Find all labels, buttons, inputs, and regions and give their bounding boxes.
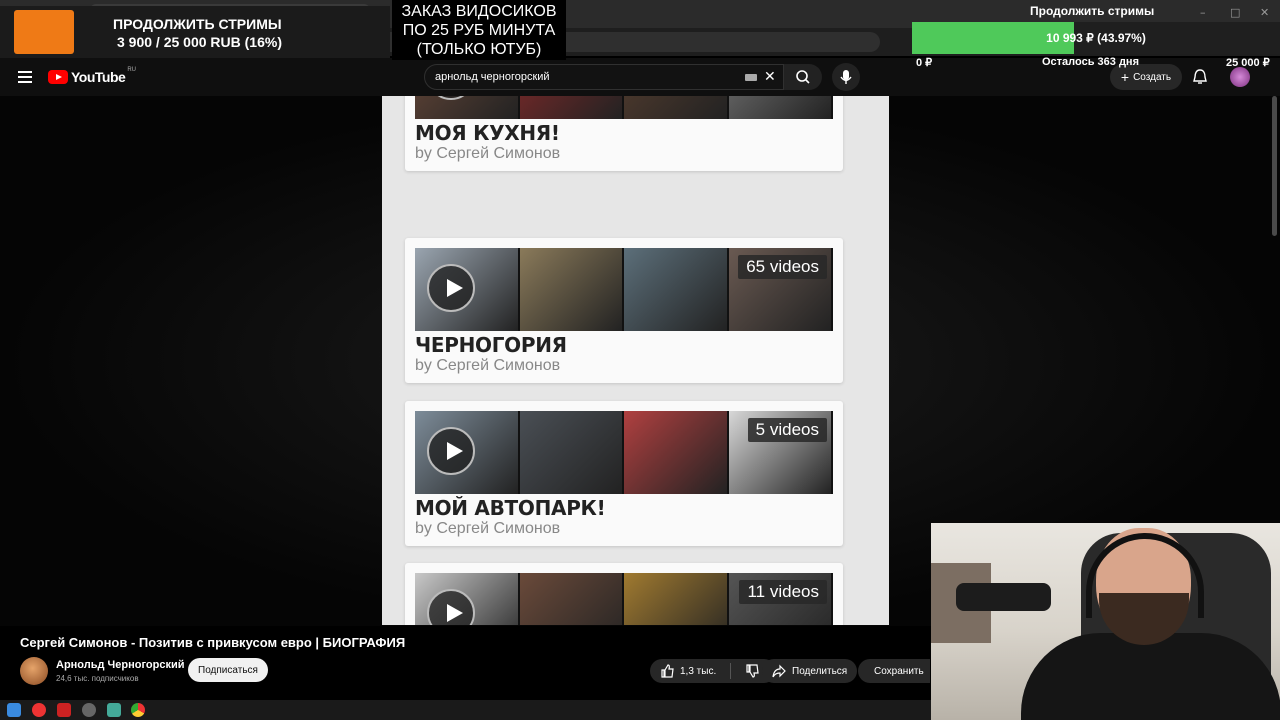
goal-title: Продолжить стримы [1030, 4, 1155, 18]
save-label: Сохранить [874, 665, 924, 677]
playlist-thumbnail [519, 573, 622, 625]
playlist-author: by Сергей Симонов [415, 520, 561, 537]
subscribe-button[interactable]: Подписаться [188, 658, 268, 682]
webcam-streamer-body [1021, 633, 1280, 720]
share-label: Поделиться [792, 665, 848, 677]
close-button[interactable]: ✕ [1260, 6, 1269, 19]
share-button[interactable]: Поделиться [762, 659, 858, 683]
yandex-browser-icon[interactable] [32, 703, 46, 717]
start-icon[interactable] [7, 703, 21, 717]
playlist-card: 65 videos ЧЕРНОГОРИЯ by Сергей Симонов [405, 238, 843, 383]
playlist-thumbnail [624, 411, 727, 494]
obs-icon[interactable] [82, 703, 96, 717]
webcam-overlay [931, 523, 1280, 720]
video-count: 11 videos [739, 580, 827, 604]
divider [730, 663, 732, 679]
like-count[interactable]: 1,3 тыс. [680, 666, 716, 677]
create-label: Создать [1133, 71, 1172, 83]
subscriber-count: 24,6 тыс. подписчиков [56, 674, 139, 683]
video-order-overlay: ЗАКАЗ ВИДОСИКОВ ПО 25 РУБ МИНУТА (ТОЛЬКО… [392, 0, 566, 60]
donation-amount: 3 900 / 25 000 RUB (16%) [117, 34, 282, 50]
youtube-wordmark: YouTube [71, 69, 126, 85]
order-line-3: (ТОЛЬКО ЮТУБ) [416, 41, 542, 58]
playlist-title: МОЙ АВТОПАРК! [415, 496, 606, 520]
playlist-author: by Сергей Симонов [415, 145, 561, 162]
playlist-title: МОЯ КУХНЯ! [415, 121, 560, 145]
notifications-button[interactable] [1192, 68, 1208, 91]
search-button[interactable] [784, 64, 822, 90]
share-icon [772, 664, 786, 678]
playlist-thumbnail [728, 96, 831, 119]
region-code: RU [127, 67, 136, 73]
play-icon [427, 264, 475, 312]
play-icon [427, 427, 475, 475]
channel-avatar[interactable] [20, 657, 48, 685]
youtube-logo[interactable]: YouTube RU [48, 67, 136, 85]
save-button[interactable]: Сохранить [858, 659, 930, 683]
donation-title: ПРОДОЛЖИТЬ СТРИМЫ [113, 16, 282, 32]
like-icon[interactable] [660, 664, 674, 678]
playlist-thumbnails: 65 videos [415, 248, 833, 331]
donation-goal-overlay: ПРОДОЛЖИТЬ СТРИМЫ 3 900 / 25 000 RUB (16… [0, 6, 390, 58]
playlist-card: 13 videosМОЯ КУХНЯ!by Сергей Симонов [405, 96, 843, 171]
playlist-thumbnail [519, 411, 622, 494]
playlist-thumbnail [519, 248, 622, 331]
video-frame: 13 videosМОЯ КУХНЯ!by Сергей Симонов65 v… [382, 96, 889, 625]
goal-progress-bar: 10 993 ₽ (43.97%) [912, 22, 1280, 54]
menu-icon[interactable] [18, 71, 32, 83]
playlist-thumbnails: 11 videos [415, 573, 833, 625]
taskbar [0, 700, 931, 720]
video-count: 5 videos [747, 418, 827, 442]
voice-search-button[interactable] [832, 63, 860, 91]
microphone-prop [956, 583, 1051, 611]
video-info: Сергей Симонов - Позитив с привкусом евр… [0, 626, 930, 694]
microphone-icon [840, 70, 852, 84]
playlist-title: ЧЕРНОГОРИЯ [415, 333, 567, 357]
bell-icon [1193, 69, 1207, 84]
search-icon [796, 70, 810, 84]
goal-min: 0 ₽ [916, 57, 933, 69]
page-scrollbar[interactable] [1272, 96, 1277, 236]
playlist-thumbnail [415, 96, 518, 119]
search-input[interactable]: арнольд черногорский ✕ [424, 64, 784, 90]
order-line-2: ПО 25 РУБ МИНУТА [402, 22, 556, 39]
video-count: 65 videos [738, 255, 827, 279]
playlist-thumbnail [624, 248, 727, 331]
playlist-thumbnails: 5 videos [415, 411, 833, 494]
video-title: Сергей Симонов - Позитив с привкусом евр… [20, 635, 406, 650]
clear-search-icon[interactable]: ✕ [764, 68, 776, 85]
playlist-thumbnails: 13 videos [415, 96, 833, 119]
donation-thumbnail [14, 10, 74, 54]
chrome-icon[interactable] [131, 703, 145, 717]
playlist-card: 11 videos [405, 563, 843, 625]
dislike-icon[interactable] [745, 664, 759, 678]
goal-remaining: Осталось 363 дня [1042, 56, 1139, 68]
playlist-card: 5 videos МОЙ АВТОПАРК! by Сергей Симонов [405, 401, 843, 546]
maximize-button[interactable]: □ [1230, 6, 1240, 19]
account-avatar[interactable] [1230, 67, 1250, 87]
play-icon [427, 589, 475, 625]
youtube-play-icon [48, 70, 68, 84]
playlist-thumbnail [415, 248, 518, 331]
order-line-1: ЗАКАЗ ВИДОСИКОВ [401, 3, 557, 20]
goal-max: 25 000 ₽ [1226, 57, 1270, 69]
play-icon [427, 96, 475, 100]
goal-progress-text: 10 993 ₽ (43.97%) [1046, 31, 1146, 45]
yandex-app-icon[interactable] [57, 703, 71, 717]
playlist-author: by Сергей Симонов [415, 357, 561, 374]
plus-icon: + [1120, 69, 1130, 85]
playlist-thumbnail [415, 573, 518, 625]
minimize-button[interactable]: – [1200, 6, 1206, 19]
playlist-thumbnail [624, 96, 727, 119]
channel-name[interactable]: Арнольд Черногорский [56, 659, 185, 671]
search-query: арнольд черногорский [435, 71, 550, 83]
playlist-thumbnail [415, 411, 518, 494]
playlist-thumbnail [519, 96, 622, 119]
app-icon[interactable] [107, 703, 121, 717]
keyboard-icon[interactable] [745, 74, 757, 81]
like-dislike-group: 1,3 тыс. [650, 659, 776, 683]
playlist-thumbnail [624, 573, 727, 625]
